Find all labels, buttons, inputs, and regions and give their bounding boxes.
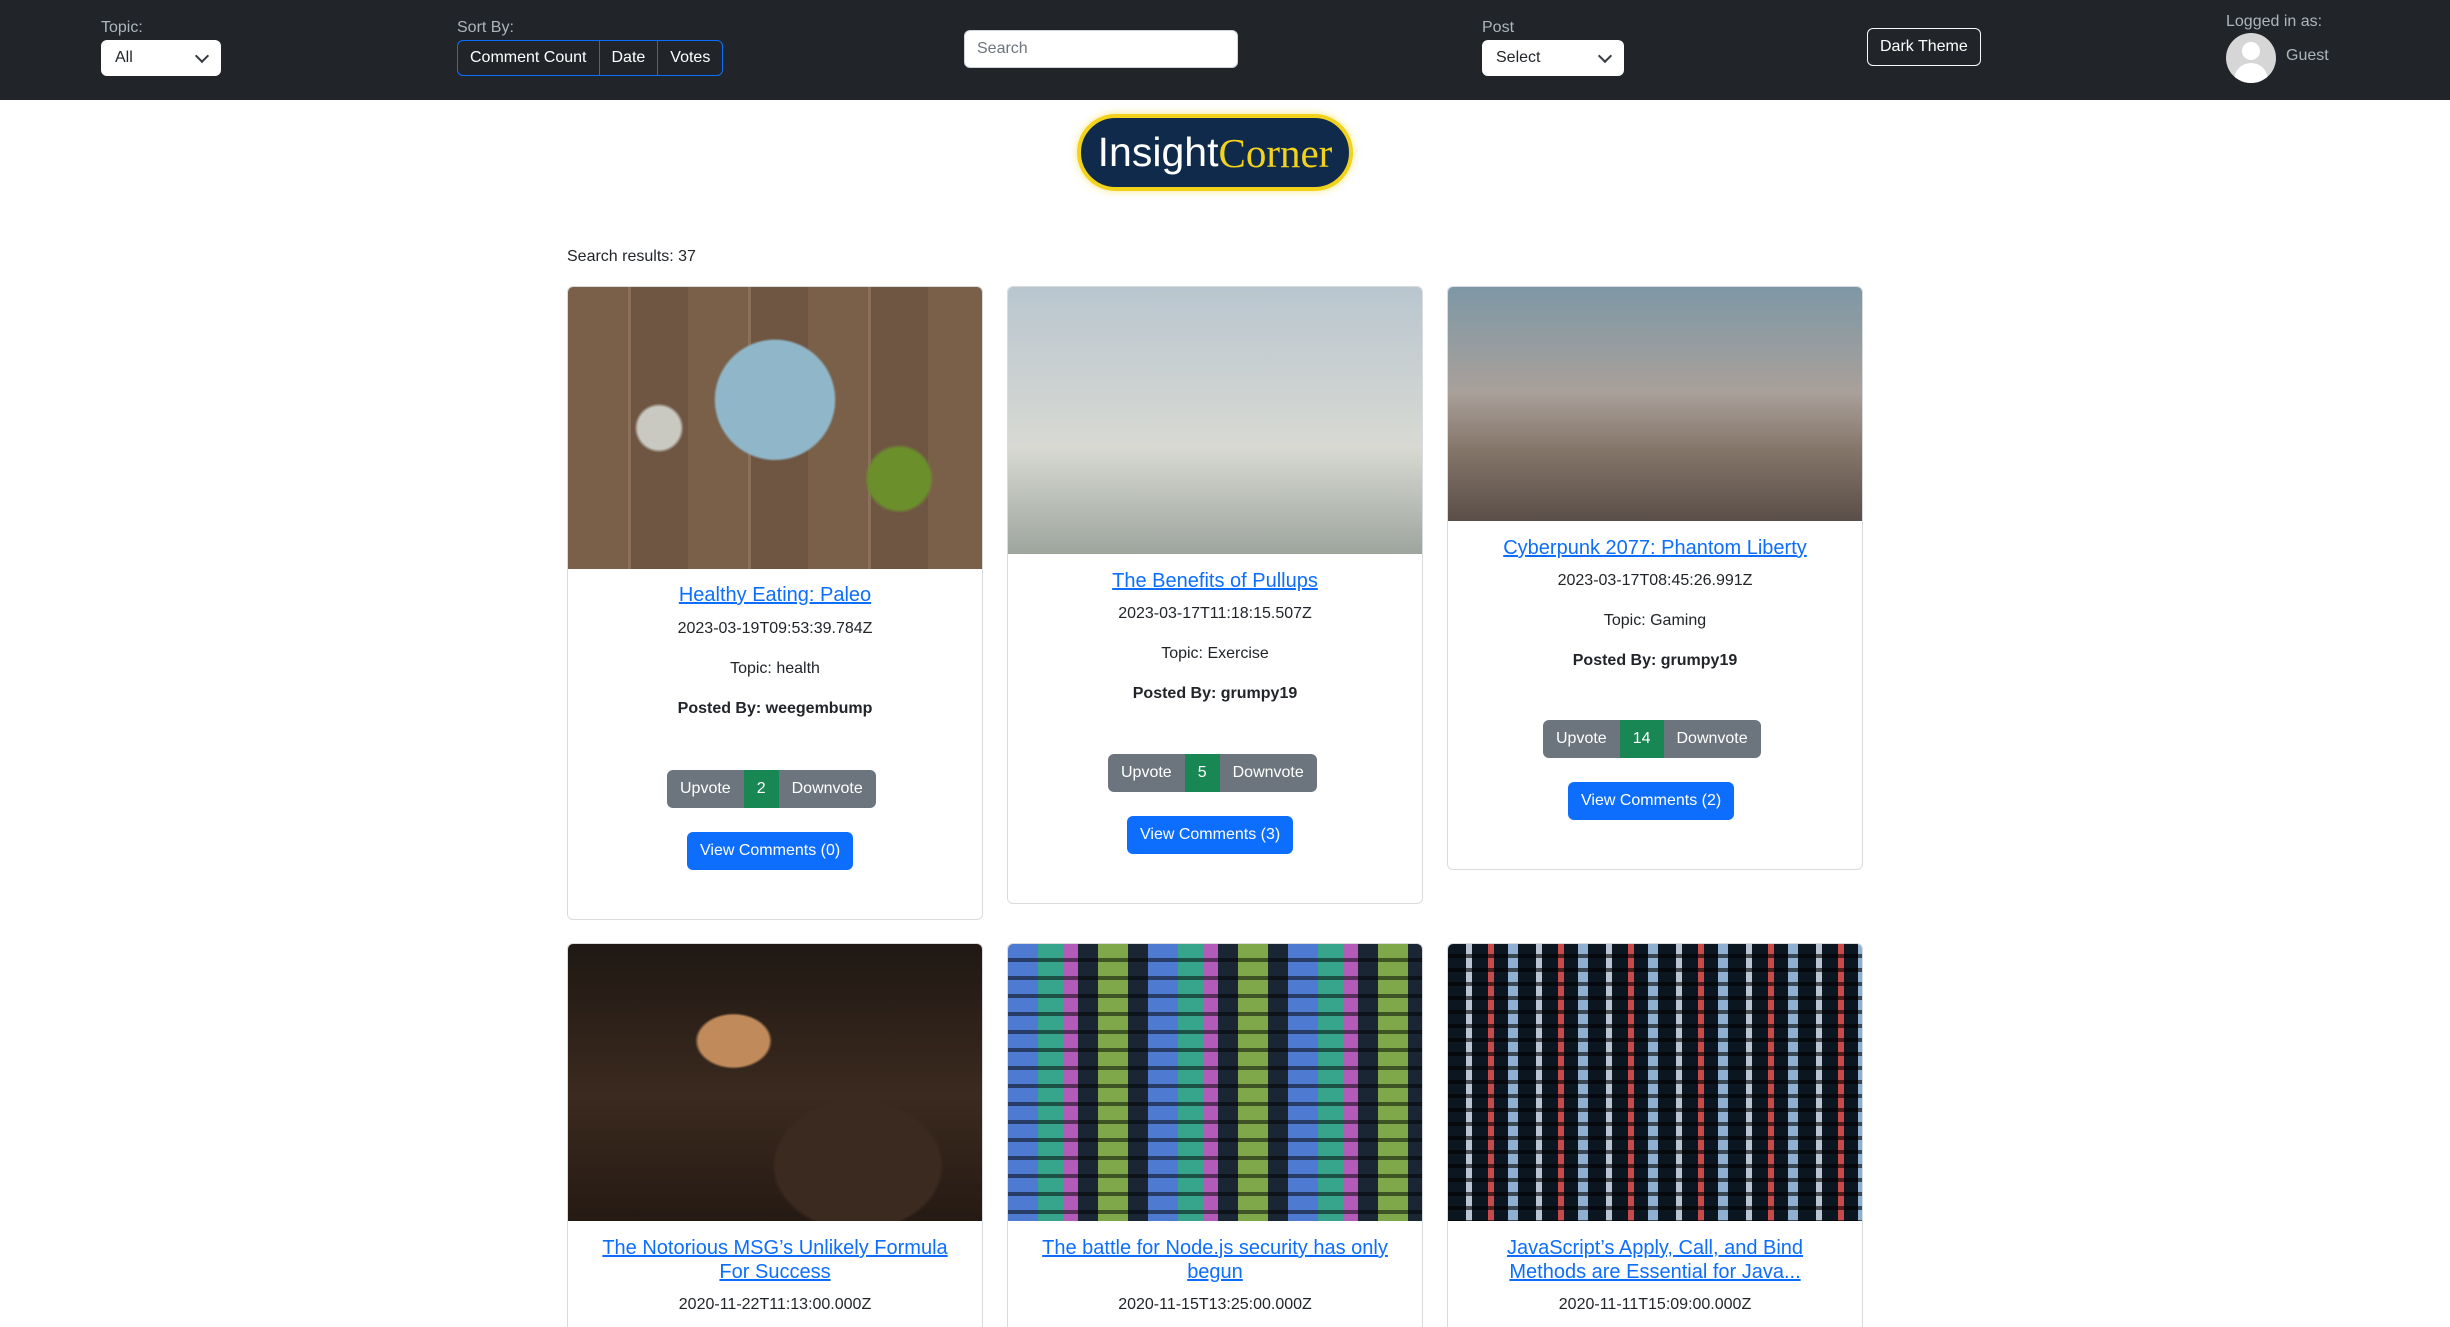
logged-in-label: Logged in as: <box>2226 13 2323 30</box>
vote-group: Upvote 5 Downvote <box>1108 754 1317 792</box>
topic-select-value: All <box>115 49 133 66</box>
downvote-button[interactable]: Downvote <box>778 770 876 808</box>
post-card: Cyberpunk 2077: Phantom Liberty 2023-03-… <box>1447 286 1863 870</box>
post-date: 2023-03-19T09:53:39.784Z <box>677 620 873 637</box>
post-select[interactable]: Select <box>1482 40 1624 76</box>
vote-count: 2 <box>743 770 779 808</box>
post-date: 2023-03-17T08:45:26.991Z <box>1557 572 1753 589</box>
vote-count: 14 <box>1619 720 1664 758</box>
view-comments-button[interactable]: View Comments (3) <box>1127 816 1294 854</box>
top-navbar: Topic: All Sort By: Comment Count Date V… <box>0 0 2450 100</box>
logo-text-corner: Corner <box>1218 129 1333 176</box>
post-date: 2020-11-15T13:25:00.000Z <box>1118 1296 1312 1313</box>
post-card: Healthy Eating: Paleo 2023-03-19T09:53:3… <box>567 286 983 920</box>
post-author: Posted By: grumpy19 <box>1572 652 1738 669</box>
post-card: The Benefits of Pullups 2023-03-17T11:18… <box>1007 286 1423 904</box>
sort-comment-count-button[interactable]: Comment Count <box>458 41 600 75</box>
post-title-link[interactable]: JavaScript’s Apply, Call, and Bind Metho… <box>1448 1236 1862 1284</box>
downvote-button[interactable]: Downvote <box>1663 720 1761 758</box>
post-card: The Notorious MSG’s Unlikely Formula For… <box>567 943 983 1327</box>
post-topic: Topic: health <box>730 660 820 677</box>
post-author: Posted By: grumpy19 <box>1132 685 1298 702</box>
search-results-count: Search results: 37 <box>567 248 696 265</box>
post-author: Posted By: weegembump <box>677 700 873 717</box>
upvote-button[interactable]: Upvote <box>1543 720 1620 758</box>
logo-text-insight: Insight <box>1097 129 1219 175</box>
post-topic: Topic: Gaming <box>1603 612 1707 629</box>
downvote-button[interactable]: Downvote <box>1219 754 1317 792</box>
topic-select[interactable]: All <box>101 40 221 76</box>
sort-date-button[interactable]: Date <box>600 41 659 75</box>
upvote-button[interactable]: Upvote <box>667 770 744 808</box>
topic-label: Topic: <box>101 19 143 36</box>
search-input[interactable] <box>964 30 1238 68</box>
post-image <box>1008 287 1422 554</box>
post-image <box>1448 944 1862 1221</box>
dark-theme-button[interactable]: Dark Theme <box>1867 28 1981 66</box>
post-image <box>1448 287 1862 521</box>
chevron-down-icon <box>194 48 210 63</box>
avatar-head <box>2242 42 2260 60</box>
vote-group: Upvote 2 Downvote <box>667 770 876 808</box>
post-date: 2020-11-11T15:09:00.000Z <box>1558 1296 1752 1313</box>
post-title-link[interactable]: Healthy Eating: Paleo <box>568 583 982 607</box>
post-topic: Topic: Exercise <box>1161 645 1269 662</box>
post-card: JavaScript’s Apply, Call, and Bind Metho… <box>1447 943 1863 1327</box>
post-title-link[interactable]: The Notorious MSG’s Unlikely Formula For… <box>568 1236 982 1284</box>
post-date: 2020-11-22T11:13:00.000Z <box>678 1296 872 1313</box>
post-image <box>568 287 982 569</box>
post-title-link[interactable]: The battle for Node.js security has only… <box>1008 1236 1422 1284</box>
chevron-down-icon <box>1597 48 1613 63</box>
avatar[interactable] <box>2226 33 2276 83</box>
view-comments-button[interactable]: View Comments (0) <box>687 832 854 870</box>
post-date: 2023-03-17T11:18:15.507Z <box>1118 605 1312 622</box>
sort-label: Sort By: <box>457 19 514 36</box>
post-title-link[interactable]: The Benefits of Pullups <box>1008 569 1422 593</box>
upvote-button[interactable]: Upvote <box>1108 754 1185 792</box>
post-card: The battle for Node.js security has only… <box>1007 943 1423 1327</box>
site-logo[interactable]: Insight Corner <box>1077 114 1353 191</box>
user-name: Guest <box>2286 47 2329 64</box>
avatar-body <box>2234 63 2268 83</box>
post-label: Post <box>1482 19 1515 36</box>
view-comments-button[interactable]: View Comments (2) <box>1568 782 1735 820</box>
post-select-value: Select <box>1496 49 1541 66</box>
sort-votes-button[interactable]: Votes <box>658 41 722 75</box>
post-image <box>568 944 982 1221</box>
post-image <box>1008 944 1422 1221</box>
post-title-link[interactable]: Cyberpunk 2077: Phantom Liberty <box>1448 536 1862 560</box>
vote-count: 5 <box>1184 754 1220 792</box>
vote-group: Upvote 14 Downvote <box>1543 720 1761 758</box>
sort-button-group: Comment Count Date Votes <box>457 40 724 76</box>
